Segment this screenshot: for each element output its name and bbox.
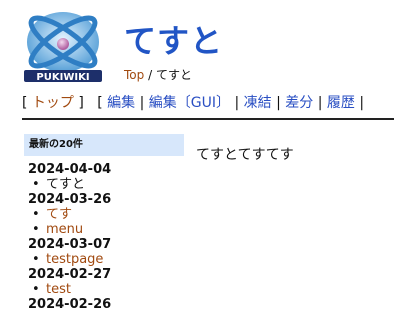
header-divider xyxy=(22,118,394,120)
list-item: • testpage xyxy=(32,252,184,267)
navibar-separator: | xyxy=(276,95,281,111)
page-title[interactable]: てすと xyxy=(124,16,223,62)
navibar-bracket-open: [ xyxy=(97,95,103,111)
recent-changes-heading: 最新の20件 xyxy=(24,134,184,156)
navibar-separator: | xyxy=(359,95,365,111)
navibar-bracket-open: [ xyxy=(22,95,28,111)
recent-changes-list: 2024-04-04 • てすと 2024-03-26 • てす • menu 202… xyxy=(24,162,184,312)
breadcrumb-current: てすと xyxy=(155,68,192,82)
recent-date: 2024-03-26 xyxy=(28,192,112,207)
page-body: てすとてすてす xyxy=(196,147,294,163)
nav-link-diff[interactable]: 差分 xyxy=(285,95,313,111)
logo-text: PUKIWIKI xyxy=(36,72,89,83)
navibar-separator: | xyxy=(234,95,240,111)
menubar: 最新の20件 2024-04-04 • てすと 2024-03-26 • てす • m… xyxy=(24,134,184,312)
list-item: • てすと xyxy=(32,177,184,192)
navibar-separator: | xyxy=(317,95,323,111)
nav-link-freeze[interactable]: 凍結 xyxy=(244,95,272,111)
list-item: • menu xyxy=(32,222,184,237)
nav-link-edit[interactable]: 編集 xyxy=(107,95,135,111)
recent-page-link[interactable]: てす xyxy=(46,207,72,222)
recent-page-link[interactable]: menu xyxy=(46,222,83,237)
recent-page-link[interactable]: test xyxy=(46,282,71,297)
bullet-icon: • xyxy=(32,252,40,267)
recent-page-link[interactable]: testpage xyxy=(46,252,103,267)
list-item: • てす xyxy=(32,207,184,222)
breadcrumb-top-link[interactable]: Top xyxy=(124,68,144,82)
bullet-icon: • xyxy=(32,177,40,192)
recent-date: 2024-04-04 xyxy=(28,162,112,177)
navibar-bracket-close: ] xyxy=(78,95,84,111)
bullet-icon: • xyxy=(32,282,40,297)
navibar-separator: | xyxy=(139,95,145,111)
recent-date: 2024-03-07 xyxy=(28,237,112,252)
page-header: PUKIWIKI てすと Top / てすと xyxy=(0,0,394,92)
nav-link-edit-gui[interactable]: 編集〔GUI〕 xyxy=(149,95,230,111)
breadcrumb-separator: / xyxy=(148,68,153,82)
recent-date: 2024-02-27 xyxy=(28,267,112,282)
bullet-icon: • xyxy=(32,222,40,237)
navibar: [ トップ ] [ 編集 | 編集〔GUI〕 | 凍結 | 差分 | 履歴 | xyxy=(22,92,364,112)
list-item: • test xyxy=(32,282,184,297)
bullet-icon: • xyxy=(32,207,40,222)
pukiwiki-logo[interactable]: PUKIWIKI xyxy=(22,6,104,84)
recent-date: 2024-02-26 xyxy=(28,297,112,312)
nav-link-top[interactable]: トップ xyxy=(32,95,74,111)
breadcrumb: Top / てすと xyxy=(124,66,192,83)
nav-link-history[interactable]: 履歴 xyxy=(327,95,355,111)
recent-page-link: てすと xyxy=(46,177,86,192)
